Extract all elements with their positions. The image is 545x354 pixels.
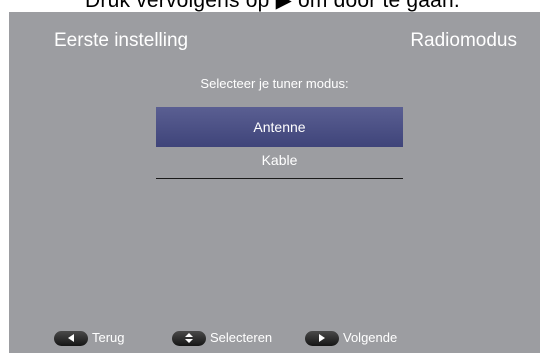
- mode-title: Radiomodus: [410, 30, 517, 51]
- tuner-prompt: Selecteer je tuner modus:: [200, 76, 349, 91]
- option-kable[interactable]: Kable: [156, 140, 403, 180]
- select-hint[interactable]: Selecteren: [172, 330, 272, 346]
- next-label: Volgende: [343, 330, 398, 345]
- left-arrow-icon: [54, 330, 88, 346]
- list-divider: [156, 178, 403, 179]
- next-hint[interactable]: Volgende: [305, 330, 397, 346]
- select-label: Selecteren: [210, 330, 273, 345]
- instruction-caption: Druk vervolgens op ▶ om door te gaan.: [85, 0, 460, 12]
- up-down-arrow-icon: [172, 330, 206, 346]
- tv-setup-screen: Eerste instelling Radiomodus Selecteer j…: [9, 12, 540, 353]
- right-arrow-icon: [305, 330, 339, 346]
- back-label: Terug: [92, 330, 125, 345]
- back-hint[interactable]: Terug: [54, 330, 125, 346]
- screen-title: Eerste instelling: [54, 30, 189, 51]
